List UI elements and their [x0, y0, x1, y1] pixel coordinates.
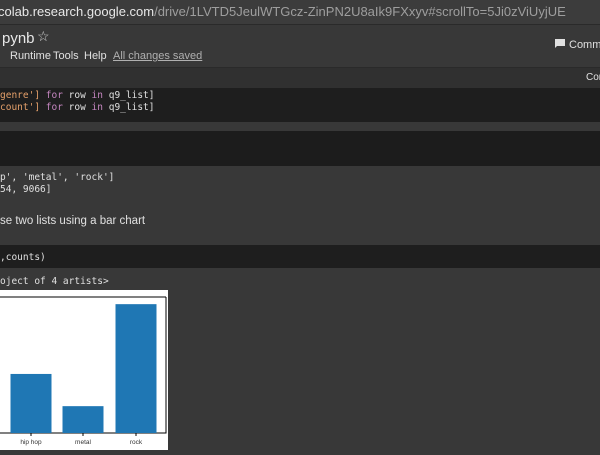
url-text[interactable]: colab.research.google.com/drive/1LVTD5Je… — [0, 4, 566, 19]
menu-runtime[interactable]: Runtime — [10, 50, 51, 62]
bar-rock — [115, 304, 157, 433]
code-line: ,counts) — [0, 252, 46, 263]
menu-help[interactable]: Help — [84, 50, 107, 62]
code-token: genre'] — [0, 90, 46, 101]
output-line: p', 'metal', 'rock'] — [0, 172, 115, 183]
text-cell: se two lists using a bar chart — [0, 215, 146, 227]
notebook-title[interactable]: pynb — [2, 30, 35, 47]
browser-url-bar[interactable]: colab.research.google.com/drive/1LVTD5Je… — [0, 0, 600, 25]
code-keyword: for — [45, 90, 63, 101]
x-tick-label: metal — [75, 439, 91, 446]
comment-button[interactable]: Comme — [554, 38, 600, 51]
output-line: 54, 9066] — [0, 184, 52, 195]
code-keyword: for — [45, 102, 63, 113]
code-token: q9_list] — [103, 102, 155, 113]
code-token: row — [62, 102, 92, 113]
code-line: count'] for row in q9_list] — [0, 102, 154, 113]
code-keyword: in — [91, 90, 103, 101]
save-status-link[interactable]: All changes saved — [113, 50, 202, 62]
menu-tools[interactable]: Tools — [53, 50, 79, 62]
notebook-toolbar — [0, 67, 600, 88]
code-keyword: in — [91, 102, 103, 113]
connect-button[interactable]: Con — [586, 72, 600, 83]
url-host: colab.research.google.com — [0, 4, 155, 19]
comment-label: Comme — [569, 39, 600, 51]
bar-chart: hip hop metal rock — [0, 296, 167, 446]
code-token: count'] — [0, 102, 46, 113]
url-path: /drive/1LVTD5JeulWTGcz-ZinPN2U8aIk9FXxyv… — [154, 4, 566, 19]
bar-metal — [62, 406, 104, 433]
code-line: genre'] for row in q9_list] — [0, 90, 154, 101]
code-token: q9_list] — [103, 90, 155, 101]
bar-chart-output: hip hop metal rock — [0, 290, 168, 450]
x-tick-label: hip hop — [20, 439, 42, 446]
output-line: oject of 4 artists> — [0, 276, 109, 287]
star-icon[interactable]: ☆ — [37, 28, 50, 45]
empty-code-cell[interactable] — [0, 131, 600, 166]
code-token: row — [62, 90, 92, 101]
code-cell[interactable] — [0, 245, 600, 268]
bar-hip-hop — [10, 373, 52, 433]
x-tick-label: rock — [130, 439, 143, 446]
comment-icon — [555, 39, 565, 48]
